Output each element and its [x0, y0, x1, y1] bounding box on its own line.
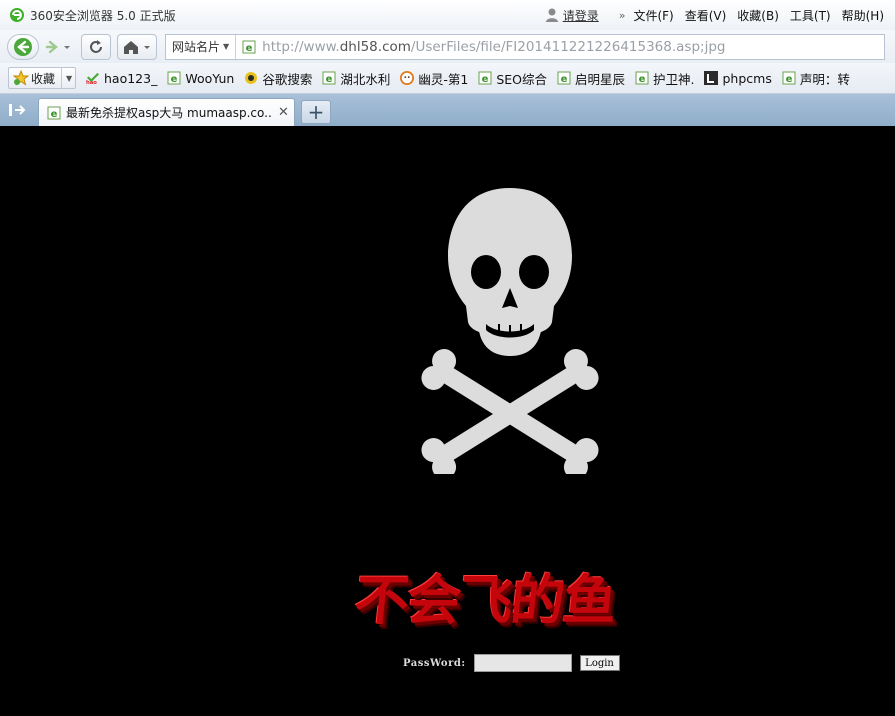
caret-down-icon: ▼	[223, 42, 230, 51]
bookmark-statement[interactable]: e 声明：转	[782, 69, 850, 88]
menu-view[interactable]: 查看(V)	[685, 7, 727, 24]
app-title: 360安全浏览器 5.0 正式版	[30, 8, 176, 23]
bookmark-venustech[interactable]: e 启明星辰	[557, 69, 625, 88]
bookmark-label: phpcms	[722, 70, 772, 86]
sidebar-toggle-icon[interactable]	[8, 102, 26, 118]
svg-text:e: e	[561, 74, 568, 85]
svg-text:e: e	[171, 74, 178, 85]
refresh-button[interactable]	[81, 33, 111, 60]
ie-page-icon: e	[322, 71, 336, 85]
bookmark-label: 启明星辰	[574, 71, 625, 87]
ie-page-icon: e	[478, 71, 492, 85]
site-card-label: 网站名片	[172, 40, 221, 54]
bookmark-google-search[interactable]: 谷歌搜索	[244, 69, 312, 88]
url-text[interactable]: http://www.dhl58.com/UserFiles/file/FI20…	[262, 39, 725, 55]
bookmark-ghost[interactable]: 幽灵-第1	[400, 69, 468, 88]
bookmark-label: 湖北水利	[340, 71, 391, 87]
menu-tools[interactable]: 工具(T)	[790, 7, 831, 24]
url-domain: dhl58.com	[339, 38, 411, 55]
bookmark-seo[interactable]: e SEO综合	[478, 69, 547, 88]
google-icon	[244, 71, 258, 85]
ie-page-icon: e	[635, 71, 649, 85]
svg-text:e: e	[785, 74, 792, 85]
site-card-dropdown[interactable]: 网站名片 ▼	[166, 34, 237, 59]
bookmark-wooyun[interactable]: e WooYun	[167, 71, 234, 86]
password-label: PassWord:	[403, 657, 466, 669]
svg-text:e: e	[482, 74, 489, 85]
bookmark-label: SEO综合	[496, 71, 547, 87]
password-input[interactable]	[473, 654, 572, 672]
refresh-icon	[90, 39, 102, 53]
skull-crossbones-image	[421, 188, 599, 474]
bookmark-label: 护卫神.	[653, 71, 695, 87]
page-content: 不会飞的鱼 PassWord: Login	[0, 126, 895, 716]
bookmark-phpcms[interactable]: phpcms	[704, 70, 772, 86]
menu-favorites[interactable]: 收藏(B)	[737, 7, 779, 24]
bookmark-label: hao123_	[104, 70, 158, 86]
favorites-button[interactable]: 收藏 ▼	[8, 67, 76, 89]
tab-bar: e 最新免杀提权asp大马 mumaasp.co... ✕ +	[0, 94, 895, 126]
home-icon	[124, 40, 150, 54]
svg-text:e: e	[639, 74, 646, 85]
url-path: /UserFiles/file/FI20141122122641536​8.as…	[410, 38, 726, 55]
favorites-label: 收藏	[31, 71, 56, 86]
ie-page-icon: e	[167, 71, 181, 85]
tab-active[interactable]: e 最新免杀提权asp大马 mumaasp.co... ✕	[38, 98, 295, 126]
360-browser-logo-icon	[10, 8, 24, 22]
title-bar: 360安全浏览器 5.0 正式版 请登录 » 文件(F) 查看(V) 收藏(B)…	[0, 0, 895, 30]
ghost-icon	[400, 71, 415, 85]
ie-page-icon: e	[47, 106, 61, 120]
svg-text:hao: hao	[86, 80, 97, 85]
home-button[interactable]	[117, 33, 157, 60]
hao123-icon: hao	[86, 71, 100, 85]
svg-text:e: e	[326, 74, 333, 85]
double-chevron-icon[interactable]: »	[619, 9, 626, 22]
user-icon[interactable]	[545, 7, 559, 23]
bookmark-label: 声明：转	[799, 71, 850, 87]
menu-file[interactable]: 文件(F)	[633, 7, 673, 24]
l-logo-icon	[704, 71, 719, 85]
tab-title: 最新免杀提权asp大马 mumaasp.co...	[66, 106, 272, 120]
close-icon[interactable]: ✕	[278, 105, 289, 120]
bookmark-label: 谷歌搜索	[262, 71, 313, 87]
ie-page-icon: e	[242, 40, 256, 54]
address-bar[interactable]: 网站名片 ▼ e http://www.dhl58.com/UserFiles/…	[165, 33, 885, 60]
bookmark-hws[interactable]: e 护卫神.	[635, 69, 694, 88]
forward-button[interactable]	[41, 34, 75, 60]
svg-text:e: e	[51, 109, 58, 120]
favorites-star-icon	[13, 70, 29, 86]
login-link[interactable]: 请登录	[563, 7, 599, 24]
brand-title: 不会飞的鱼	[351, 568, 619, 632]
navigation-bar: 网站名片 ▼ e http://www.dhl58.com/UserFiles/…	[0, 30, 895, 63]
login-form: PassWord: Login	[403, 654, 620, 672]
bookmark-hubei-water[interactable]: e 湖北水利	[322, 69, 390, 88]
login-button[interactable]: Login	[579, 655, 620, 671]
bookmark-label: 幽灵-第1	[418, 71, 469, 87]
bookmark-label: WooYun	[185, 70, 235, 86]
url-prefix: http://www.	[262, 38, 340, 55]
bookmarks-bar: 收藏 ▼ hao hao123_ e WooYun 谷歌搜索 e 湖北水利 幽灵…	[0, 63, 895, 94]
bookmark-hao123[interactable]: hao hao123_	[86, 71, 157, 86]
forward-arrow-icon	[45, 40, 70, 53]
menu-help[interactable]: 帮助(H)	[842, 7, 884, 24]
ie-page-icon: e	[557, 71, 571, 85]
back-arrow-icon	[14, 37, 32, 56]
caret-down-icon[interactable]: ▼	[61, 68, 72, 88]
svg-text:e: e	[246, 43, 253, 54]
new-tab-button[interactable]: +	[301, 100, 331, 124]
plus-icon: +	[307, 100, 325, 124]
ie-page-icon: e	[782, 71, 796, 85]
back-button[interactable]	[7, 33, 39, 60]
